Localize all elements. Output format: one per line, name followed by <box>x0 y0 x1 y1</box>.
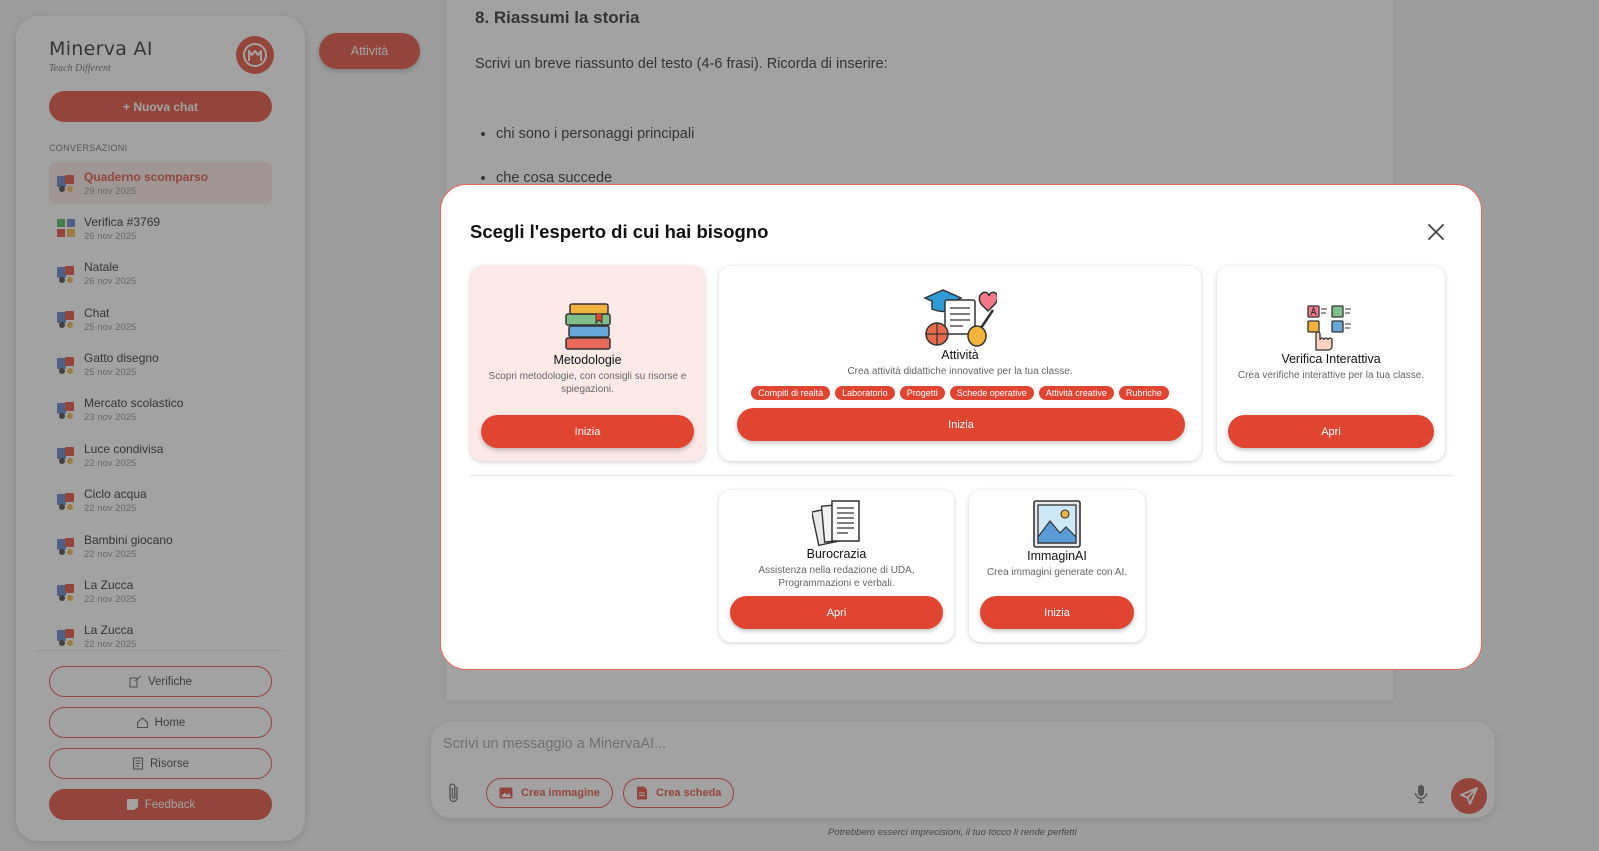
documents-icon <box>811 500 860 547</box>
card-description: Scopri metodologie, con consigli su riso… <box>488 371 687 395</box>
modal-divider <box>470 475 1452 476</box>
card-description: Crea attività didattiche innovative per … <box>847 366 1073 377</box>
tag[interactable]: Rubriche <box>1118 386 1169 400</box>
tag[interactable]: Attività creative <box>1038 386 1114 400</box>
card-description: Assistenza nella redazione di UDA, Progr… <box>758 565 915 589</box>
burocrazia-open-button[interactable]: Apri <box>730 596 943 629</box>
quiz-icon <box>1307 305 1351 351</box>
verifica-open-button[interactable]: Apri <box>1228 415 1434 448</box>
picture-icon <box>1033 500 1081 548</box>
tag[interactable]: Progetti <box>899 386 945 400</box>
metodologie-start-button[interactable]: Inizia <box>481 415 694 448</box>
card-title: ImmaginAI <box>1027 549 1087 563</box>
card-burocrazia[interactable]: Burocrazia Assistenza nella redazione di… <box>719 490 954 642</box>
books-icon <box>564 303 611 350</box>
card-description: Crea verifiche interattive per la tua cl… <box>1237 370 1425 381</box>
activities-icon <box>923 289 997 347</box>
card-verifica-interattiva[interactable]: Verifica Interattiva Crea verifiche inte… <box>1217 266 1445 461</box>
attivita-start-button[interactable]: Inizia <box>737 408 1185 441</box>
card-immaginai[interactable]: ImmaginAI Crea immagini generate con AI.… <box>969 490 1145 642</box>
tag[interactable]: Laboratorio <box>835 386 895 400</box>
close-icon[interactable] <box>1425 221 1447 243</box>
tag-list: Compiti di realtà Laboratorio Progetti S… <box>719 386 1201 400</box>
tag[interactable]: Schede operative <box>949 386 1034 400</box>
expert-picker-modal: Scegli l'esperto di cui hai bisogno Meto… <box>440 184 1482 670</box>
card-metodologie[interactable]: Metodologie Scopri metodologie, con cons… <box>470 266 705 461</box>
card-description: Crea immagini generate con AI. <box>986 567 1128 578</box>
card-title: Metodologie <box>553 353 622 367</box>
immaginai-start-button[interactable]: Inizia <box>980 596 1134 629</box>
modal-title: Scegli l'esperto di cui hai bisogno <box>470 221 769 242</box>
tag[interactable]: Compiti di realtà <box>751 386 831 400</box>
card-title: Attività <box>941 348 979 362</box>
card-title: Burocrazia <box>806 547 867 561</box>
card-attivita[interactable]: Attività Crea attività didattiche innova… <box>719 266 1201 461</box>
card-title: Verifica Interattiva <box>1281 352 1381 366</box>
